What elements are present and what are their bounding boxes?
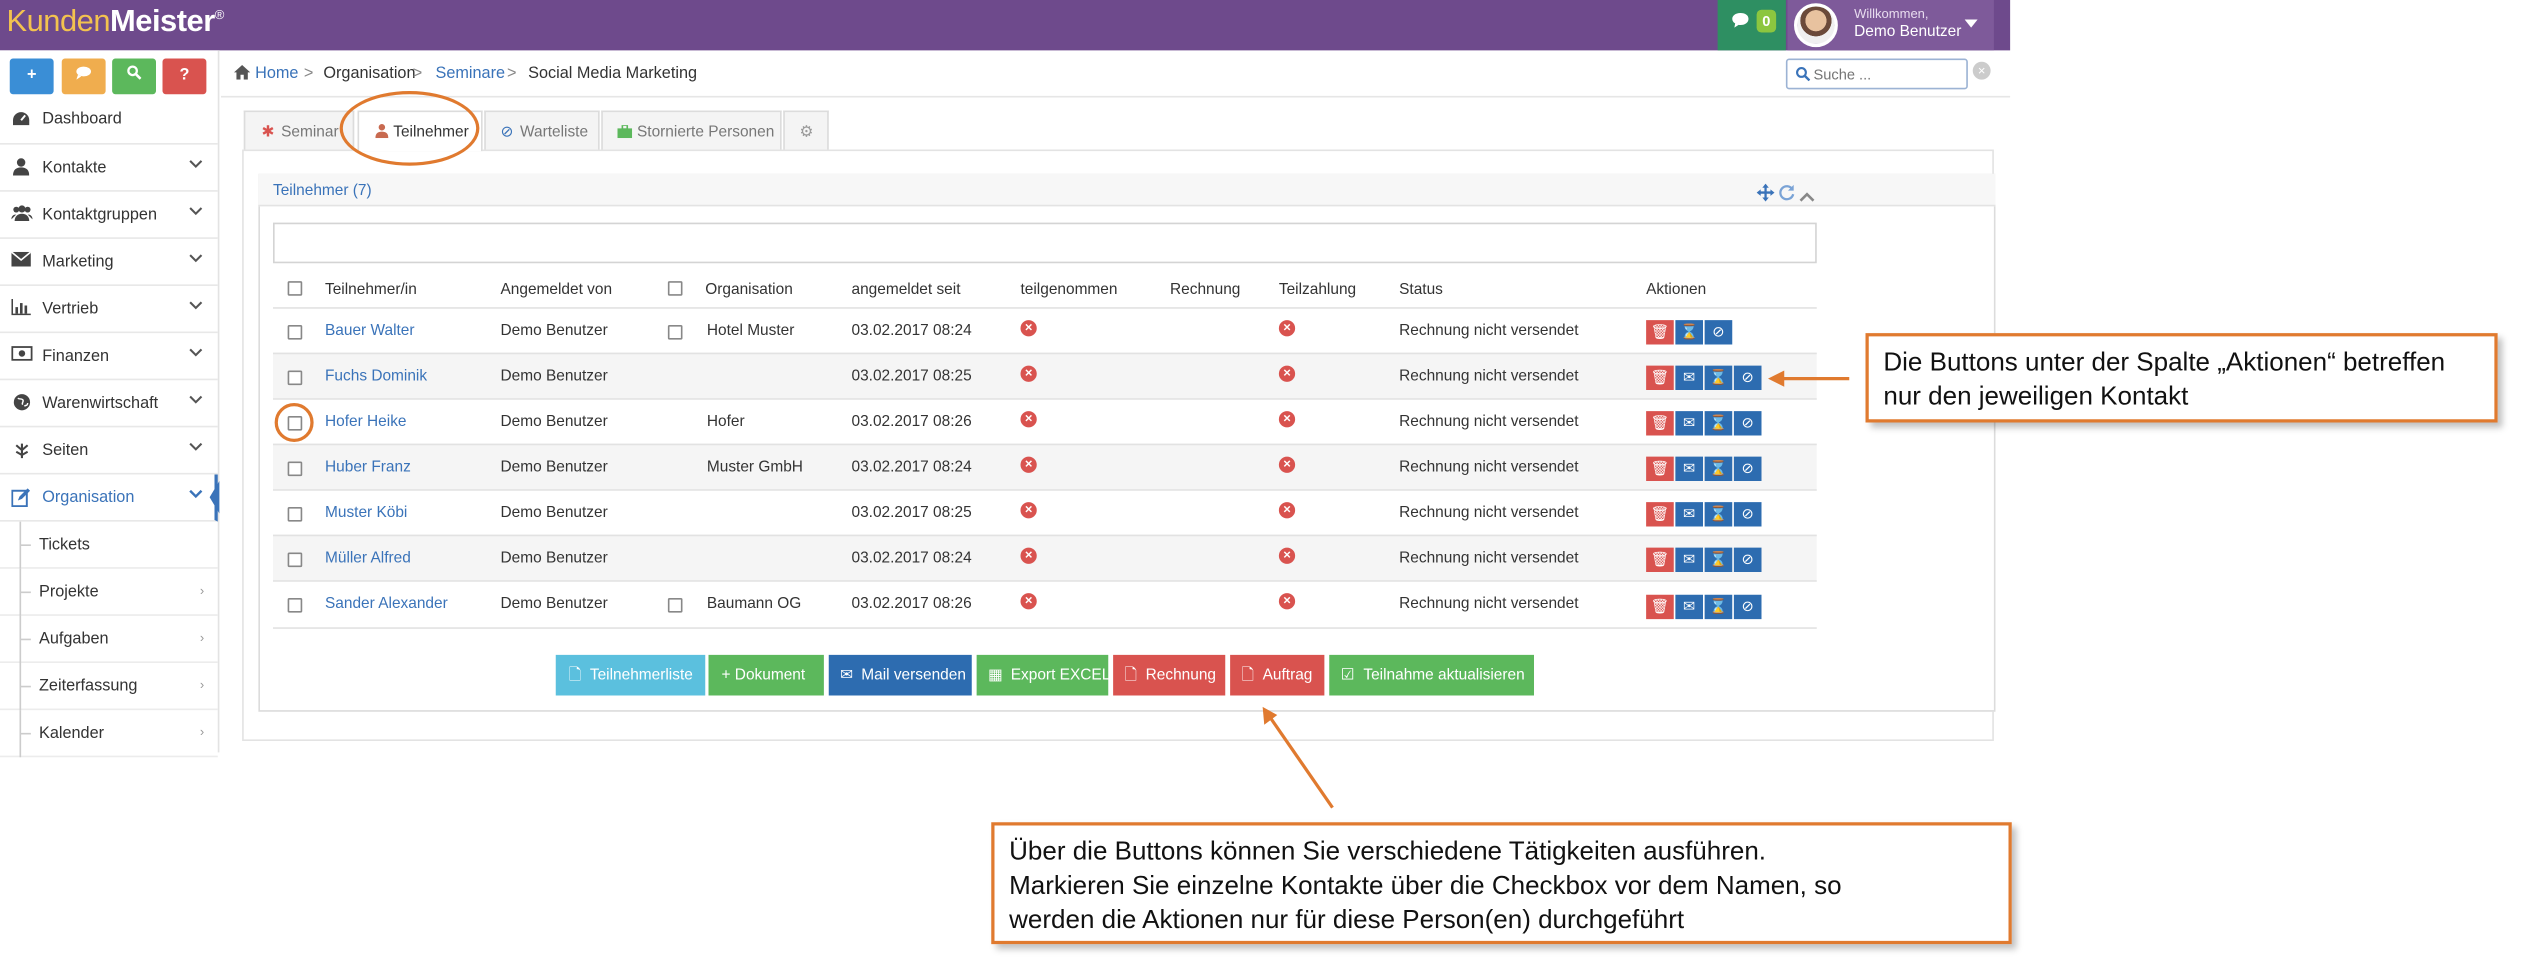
annotation-arrows	[1262, 370, 1850, 809]
annotation-actions-note: Die Buttons unter der Spalte „Aktionen“ …	[1865, 333, 2498, 423]
screenshot-stage: KundenMeister® 0 Willkommen, Demo Benutz…	[0, 0, 2535, 966]
annotation-buttons-note: Über die Buttons können Sie verschiedene…	[991, 822, 2012, 945]
